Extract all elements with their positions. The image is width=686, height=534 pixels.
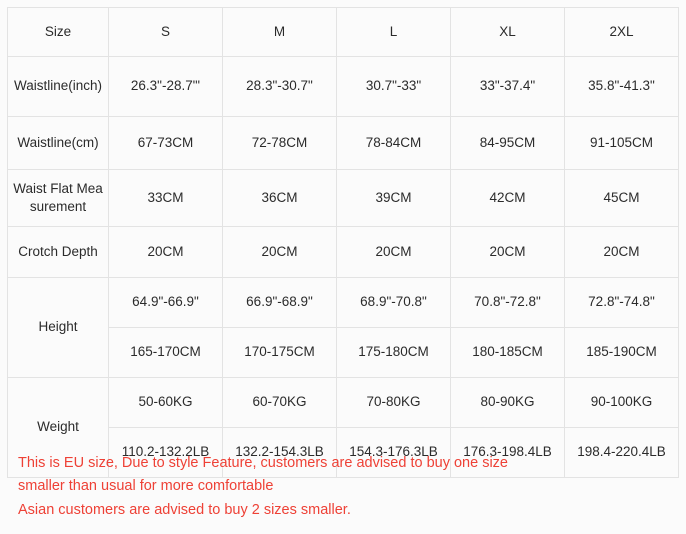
cell-waistline-cm-l: 78-84CM <box>336 116 451 170</box>
table-row: Waistline(cm) 67-73CM 72-78CM 78-84CM 84… <box>7 116 679 170</box>
note-line-1: This is EU size, Due to style Feature, c… <box>18 455 508 471</box>
cell-crotch-depth-2xl: 20CM <box>564 226 679 278</box>
cell-waist-flat-l: 39CM <box>336 169 451 227</box>
cell-height-inch-2xl: 72.8"-74.8" <box>564 277 679 328</box>
size-advice-note: This is EU size, Due to style Feature, c… <box>18 452 658 522</box>
row-label-height: Height <box>7 277 109 378</box>
row-label-waist-flat-measurement: Waist Flat Measurement <box>7 169 109 227</box>
cell-height-inch-m: 66.9"-68.9" <box>222 277 337 328</box>
cell-crotch-depth-s: 20CM <box>108 226 223 278</box>
cell-height-inch-s: 64.9"-66.9" <box>108 277 223 328</box>
cell-waistline-cm-s: 67-73CM <box>108 116 223 170</box>
size-chart-table: Size S M L XL 2XL Waistline(inch) 26.3"-… <box>7 7 679 478</box>
cell-height-cm-l: 175-180CM <box>336 327 451 378</box>
cell-waistline-inch-l: 30.7"-33" <box>336 56 451 117</box>
row-label-waistline-cm: Waistline(cm) <box>7 116 109 170</box>
cell-waistline-inch-2xl: 35.8"-41.3" <box>564 56 679 117</box>
cell-weight-kg-2xl: 90-100KG <box>564 377 679 428</box>
cell-crotch-depth-xl: 20CM <box>450 226 565 278</box>
cell-height-inch-l: 68.9"-70.8" <box>336 277 451 328</box>
column-header-l: L <box>336 7 451 57</box>
cell-height-cm-m: 170-175CM <box>222 327 337 378</box>
cell-crotch-depth-l: 20CM <box>336 226 451 278</box>
cell-height-cm-2xl: 185-190CM <box>564 327 679 378</box>
cell-height-inch-xl: 70.8"-72.8" <box>450 277 565 328</box>
column-header-m: M <box>222 7 337 57</box>
cell-height-cm-s: 165-170CM <box>108 327 223 378</box>
table-row: Waistline(inch) 26.3"-28.7"' 28.3"-30.7"… <box>7 56 679 117</box>
cell-waist-flat-xl: 42CM <box>450 169 565 227</box>
cell-waistline-inch-xl: 33"-37.4" <box>450 56 565 117</box>
note-line-2: smaller than usual for more comfortable <box>18 478 274 495</box>
column-header-s: S <box>108 7 223 57</box>
cell-waistline-inch-s: 26.3"-28.7"' <box>108 56 223 117</box>
cell-waist-flat-2xl: 45CM <box>564 169 679 227</box>
cell-weight-kg-m: 60-70KG <box>222 377 337 428</box>
column-header-size: Size <box>7 7 109 57</box>
table-row: 165-170CM 170-175CM 175-180CM 180-185CM … <box>8 327 679 378</box>
cell-height-cm-xl: 180-185CM <box>450 327 565 378</box>
table-row: Height 64.9"-66.9" 66.9"-68.9" 68.9"-70.… <box>7 277 679 378</box>
table-row: Weight 50-60KG 60-70KG 70-80KG 80-90KG 9… <box>7 377 679 478</box>
cell-waistline-inch-m: 28.3"-30.7" <box>222 56 337 117</box>
cell-weight-kg-xl: 80-90KG <box>450 377 565 428</box>
cell-waist-flat-m: 36CM <box>222 169 337 227</box>
table-row: Waist Flat Measurement 33CM 36CM 39CM 42… <box>7 169 679 227</box>
row-label-waistline-inch: Waistline(inch) <box>7 56 109 117</box>
cell-waistline-cm-xl: 84-95CM <box>450 116 565 170</box>
row-label-crotch-depth: Crotch Depth <box>7 226 109 278</box>
cell-waist-flat-s: 33CM <box>108 169 223 227</box>
column-header-2xl: 2XL <box>564 7 679 57</box>
cell-weight-kg-l: 70-80KG <box>336 377 451 428</box>
note-line-3: Asian customers are advised to buy 2 siz… <box>18 501 351 518</box>
cell-waistline-cm-m: 72-78CM <box>222 116 337 170</box>
table-row: Crotch Depth 20CM 20CM 20CM 20CM 20CM <box>7 226 679 278</box>
table-header-row: Size S M L XL 2XL <box>7 7 679 57</box>
size-chart-page: Size S M L XL 2XL Waistline(inch) 26.3"-… <box>0 0 686 534</box>
cell-waistline-cm-2xl: 91-105CM <box>564 116 679 170</box>
cell-crotch-depth-m: 20CM <box>222 226 337 278</box>
cell-weight-kg-s: 50-60KG <box>108 377 223 428</box>
column-header-xl: XL <box>450 7 565 57</box>
